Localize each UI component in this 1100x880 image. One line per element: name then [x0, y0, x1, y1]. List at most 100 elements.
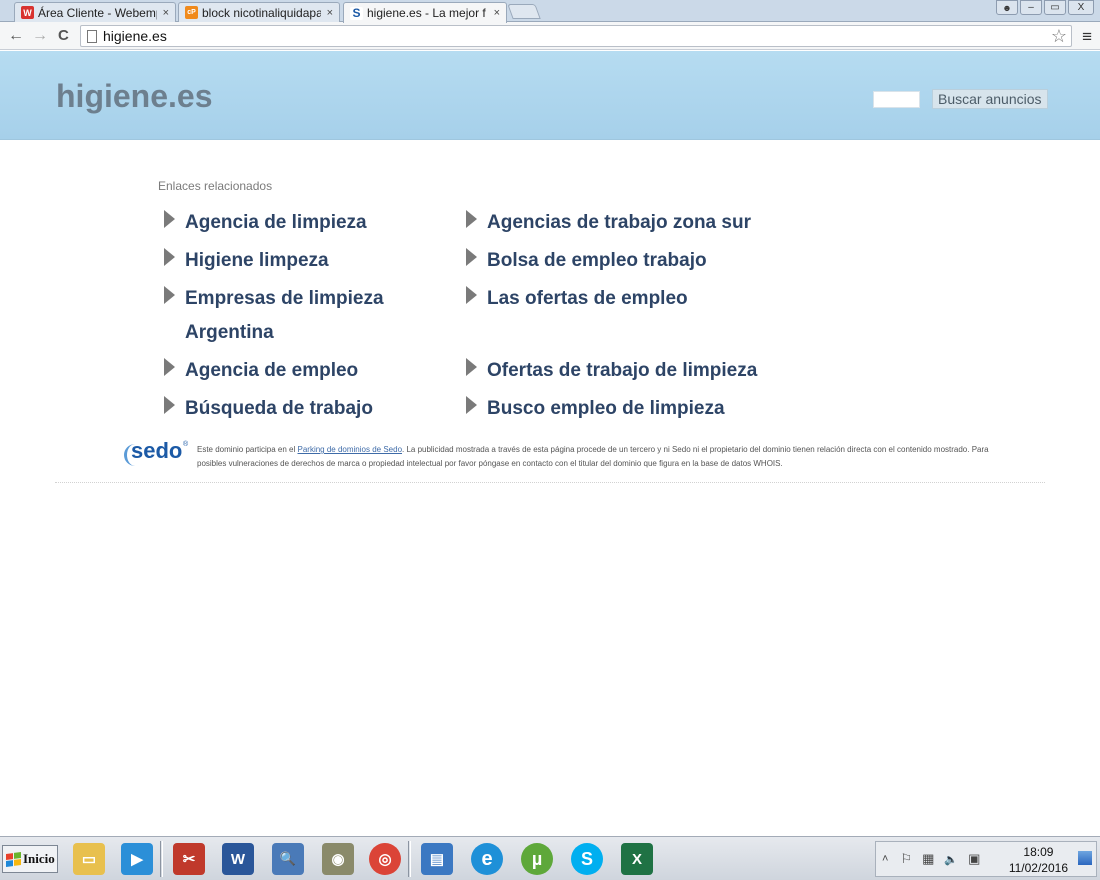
clock-time: 18:09	[1023, 845, 1054, 859]
list-item: Bolsa de empleo trabajo	[466, 244, 786, 282]
list-item: Busco empleo de limpieza	[466, 392, 786, 430]
close-tab-icon[interactable]: ×	[163, 7, 169, 19]
tab-title: block nicotinaliquidapa	[202, 5, 321, 20]
taskbar-app[interactable]: e	[464, 840, 510, 878]
tab-higiene[interactable]: S higiene.es - La mejor f ×	[343, 2, 507, 23]
taskbar-separator	[408, 841, 411, 877]
word-icon: W	[222, 843, 254, 875]
related-link[interactable]: Búsqueda de trabajo	[185, 392, 373, 426]
related-link[interactable]: Busco empleo de limpieza	[487, 392, 725, 426]
related-links-right-column: Agencias de trabajo zona sur Bolsa de em…	[466, 206, 786, 430]
cpanel-favicon-icon: cP	[185, 6, 198, 19]
list-item: Agencia de empleo	[164, 354, 424, 392]
webempresa-favicon-icon: W	[21, 6, 34, 19]
snipping-tool-icon: ✂	[173, 843, 205, 875]
triangle-bullet-icon	[164, 396, 177, 414]
list-item: Higiene limpeza	[164, 244, 424, 282]
related-links-left-column: Agencia de limpieza Higiene limpeza Empr…	[164, 206, 424, 430]
disclaimer-text-before: Este dominio participa en el	[197, 445, 298, 454]
start-button[interactable]: Inicio	[2, 845, 58, 873]
page-icon	[87, 29, 97, 43]
list-item: Búsqueda de trabajo	[164, 392, 424, 430]
related-link[interactable]: Empresas de limpieza Argentina	[185, 282, 424, 350]
sedo-registered-mark: ®	[183, 441, 189, 448]
taskbar-app[interactable]: ◉	[315, 840, 361, 878]
sedo-parking-link[interactable]: Parking de dominios de Sedo	[298, 445, 403, 454]
triangle-bullet-icon	[164, 248, 177, 266]
triangle-bullet-icon	[164, 286, 177, 304]
clock-date: 11/02/2016	[1008, 861, 1068, 875]
triangle-bullet-icon	[466, 286, 479, 304]
skype-icon: S	[571, 843, 603, 875]
search-input[interactable]	[873, 91, 920, 108]
taskbar-app[interactable]: ✂	[166, 840, 212, 878]
related-link[interactable]: Agencias de trabajo zona sur	[487, 206, 751, 240]
taskbar-app[interactable]: µ	[514, 840, 560, 878]
camera-icon: ◉	[322, 843, 354, 875]
user-profile-icon[interactable]: ☻	[996, 0, 1018, 15]
related-link[interactable]: Agencia de empleo	[185, 354, 358, 388]
chrome-icon: ◎	[369, 843, 401, 875]
search-ads-button[interactable]: Buscar anuncios	[932, 89, 1048, 109]
minimize-button[interactable]: –	[1020, 0, 1042, 15]
taskbar-app[interactable]: X	[614, 840, 660, 878]
related-link[interactable]: Agencia de limpieza	[185, 206, 367, 240]
windows-icon[interactable]: ▦	[922, 851, 934, 867]
taskbar-app[interactable]: ◎	[362, 840, 408, 878]
windows-taskbar: Inicio ▭ ▶ ✂ W 🔍 ◉ ◎ ▤ e µ S X ˄ ⚐ ▦ 🔈 ▣…	[0, 836, 1100, 880]
show-desktop-button[interactable]	[1078, 851, 1092, 865]
tab-area-cliente[interactable]: W Área Cliente - Webemp ×	[14, 2, 176, 22]
media-player-icon: ▶	[121, 843, 153, 875]
taskbar-separator	[160, 841, 163, 877]
tab-title: Área Cliente - Webemp	[38, 5, 157, 20]
related-link[interactable]: Bolsa de empleo trabajo	[487, 244, 707, 278]
maximize-button[interactable]: ▭	[1044, 0, 1066, 15]
related-link[interactable]: Ofertas de trabajo de limpieza	[487, 354, 757, 388]
window-controls: ☻ – ▭ X	[996, 0, 1094, 15]
start-label: Inicio	[23, 851, 55, 866]
close-tab-icon[interactable]: ×	[327, 7, 333, 19]
related-link[interactable]: Las ofertas de empleo	[487, 282, 688, 316]
parking-disclaimer: Este dominio participa en el Parking de …	[197, 443, 997, 471]
triangle-bullet-icon	[466, 396, 479, 414]
close-window-button[interactable]: X	[1068, 0, 1094, 15]
back-arrow-icon[interactable]: ←	[8, 27, 24, 45]
utorrent-icon: µ	[521, 843, 553, 875]
list-item: Las ofertas de empleo	[466, 282, 786, 354]
taskbar-app[interactable]: ▤	[414, 840, 460, 878]
sedo-logo[interactable]: sedo ®	[124, 437, 194, 467]
list-item: Agencias de trabajo zona sur	[466, 206, 786, 244]
tab-block-nicotina[interactable]: cP block nicotinaliquidapa ×	[178, 2, 340, 22]
tab-strip: W Área Cliente - Webemp × cP block nicot…	[0, 0, 1100, 23]
reload-icon[interactable]: C	[58, 27, 69, 45]
list-item: Ofertas de trabajo de limpieza	[466, 354, 786, 392]
url-input[interactable]	[103, 28, 1051, 44]
volume-icon[interactable]: 🔈	[944, 853, 958, 866]
show-hidden-icons-icon[interactable]: ˄	[882, 853, 888, 865]
taskbar-app[interactable]: ▶	[114, 840, 160, 878]
chrome-menu-icon[interactable]: ≡	[1082, 27, 1092, 47]
close-tab-icon[interactable]: ×	[494, 7, 500, 19]
sedo-favicon-icon: S	[350, 6, 363, 20]
forward-arrow-icon[interactable]: →	[32, 27, 48, 45]
clock[interactable]: 18:09 11/02/2016	[1009, 844, 1068, 876]
explorer-icon: ▭	[73, 843, 105, 875]
system-tray: ˄ ⚐ ▦ 🔈 ▣ 18:09 11/02/2016	[875, 841, 1097, 877]
network-computer-icon: ▤	[421, 843, 453, 875]
new-tab-button[interactable]	[507, 4, 541, 19]
list-item: Empresas de limpieza Argentina	[164, 282, 424, 354]
triangle-bullet-icon	[466, 248, 479, 266]
bookmark-star-icon[interactable]: ☆	[1051, 26, 1067, 47]
related-link[interactable]: Higiene limpeza	[185, 244, 329, 278]
taskbar-app[interactable]: 🔍	[265, 840, 311, 878]
triangle-bullet-icon	[466, 210, 479, 228]
network-icon[interactable]: ▣	[968, 851, 980, 867]
site-title[interactable]: higiene.es	[56, 78, 213, 115]
triangle-bullet-icon	[164, 210, 177, 228]
action-center-flag-icon[interactable]: ⚐	[900, 851, 912, 867]
address-bar[interactable]: ☆	[80, 25, 1072, 47]
sedo-logo-text: sedo	[131, 438, 183, 463]
taskbar-app[interactable]: ▭	[66, 840, 112, 878]
taskbar-app[interactable]: S	[564, 840, 610, 878]
taskbar-app[interactable]: W	[215, 840, 261, 878]
